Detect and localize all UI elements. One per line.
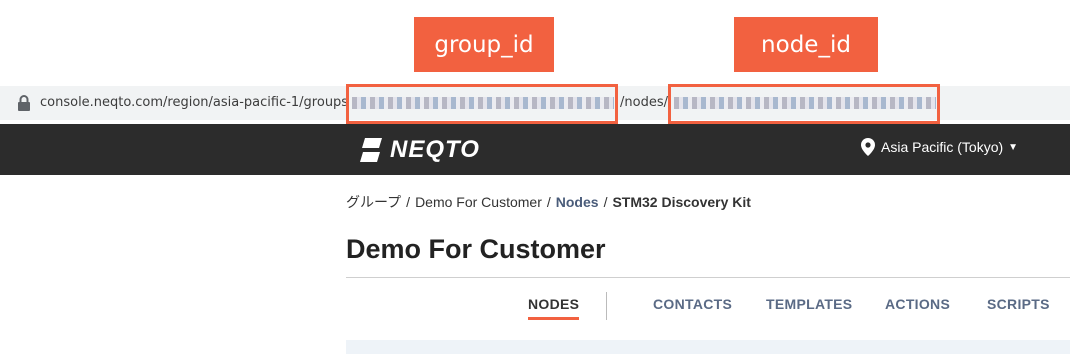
tab-bar: NODES CONTACTS TEMPLATES ACTIONS SCRIPTS [0,296,1070,326]
breadcrumb-current: STM32 Discovery Kit [612,194,751,210]
region-dropdown[interactable]: Asia Pacific (Tokyo) ▼ [861,138,1018,156]
breadcrumb-separator: / [546,194,551,210]
breadcrumb-group[interactable]: Demo For Customer [415,194,542,210]
node-id-callout: node_id [734,17,878,72]
lock-icon [18,95,30,111]
tab-divider [606,292,607,320]
tab-scripts[interactable]: SCRIPTS [987,296,1050,312]
group-id-callout: group_id [414,17,554,72]
group-id-highlight [346,84,618,124]
url-prefix: console.neqto.com/region/asia-pacific-1/… [40,95,349,110]
breadcrumb-root[interactable]: グループ [346,192,401,212]
breadcrumb-separator: / [406,194,411,210]
url-nodes-segment: /nodes/ [620,95,668,110]
map-pin-icon [861,138,875,156]
neqto-logo-icon [360,138,382,162]
breadcrumb-nodes[interactable]: Nodes [556,194,599,210]
page-title: Demo For Customer [346,234,606,264]
neqto-logo[interactable]: NEQTO [360,136,480,163]
breadcrumb: グループ / Demo For Customer / Nodes / STM32… [346,192,751,212]
title-divider [346,277,1070,278]
chevron-down-icon: ▼ [1008,141,1019,153]
tab-actions[interactable]: ACTIONS [885,296,950,312]
navbar: NEQTO Asia Pacific (Tokyo) ▼ [0,124,1070,175]
logo-text: NEQTO [390,136,480,163]
tab-contacts[interactable]: CONTACTS [653,296,732,312]
content-panel [346,340,1070,354]
tab-nodes[interactable]: NODES [528,296,580,320]
tab-templates[interactable]: TEMPLATES [766,296,852,312]
breadcrumb-separator: / [603,194,608,210]
node-id-highlight [668,84,940,124]
region-label: Asia Pacific (Tokyo) [881,139,1004,155]
